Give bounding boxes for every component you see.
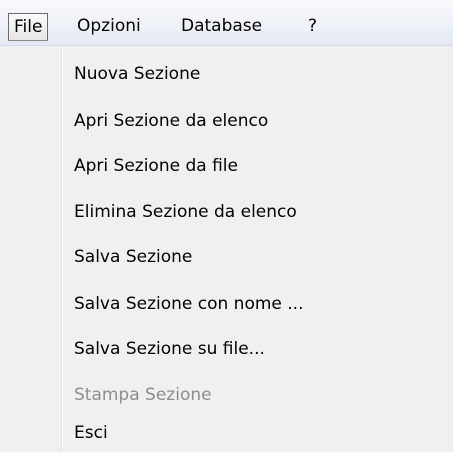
- file-dropdown-menu: Nuova Sezione Apri Sezione da elenco Apr…: [0, 46, 453, 452]
- menu-opzioni[interactable]: Opzioni: [77, 13, 141, 41]
- menu-item-apri-sezione-da-file[interactable]: Apri Sezione da file: [63, 144, 453, 188]
- menu-item-elimina-sezione-da-elenco[interactable]: Elimina Sezione da elenco: [63, 190, 453, 234]
- menu-item-salva-sezione[interactable]: Salva Sezione: [63, 235, 453, 279]
- menu-item-nuova-sezione[interactable]: Nuova Sezione: [63, 52, 453, 96]
- menu-file[interactable]: File: [8, 13, 49, 41]
- menu-item-salva-sezione-su-file[interactable]: Salva Sezione su file...: [63, 327, 453, 371]
- menu-database[interactable]: Database: [181, 13, 262, 41]
- menu-item-esci[interactable]: Esci: [63, 411, 453, 455]
- menu-item-salva-sezione-con-nome[interactable]: Salva Sezione con nome ...: [63, 282, 453, 326]
- menu-help[interactable]: ?: [308, 13, 317, 41]
- menu-item-apri-sezione-da-elenco[interactable]: Apri Sezione da elenco: [63, 99, 453, 143]
- menu-bar: File Opzioni Database ?: [0, 0, 453, 46]
